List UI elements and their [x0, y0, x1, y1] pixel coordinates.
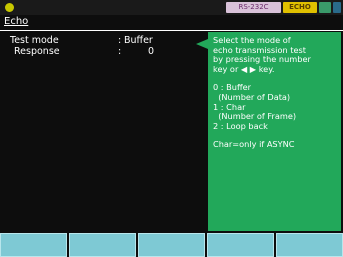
- link-status-icon: [319, 2, 331, 13]
- help-intro-line: key or ◀ ▶ key.: [213, 63, 275, 74]
- test-mode-value[interactable]: Buffer: [124, 35, 153, 46]
- softkey-5[interactable]: [276, 233, 343, 257]
- instrument-screen: RS-232C ECHO Echo Test mode : Buffer Res…: [0, 0, 343, 257]
- help-panel: Select the mode of echo transmission tes…: [208, 32, 341, 231]
- battery-icon: [333, 2, 341, 13]
- response-separator: :: [118, 46, 122, 57]
- help-option: 2 : Loop back: [213, 120, 268, 131]
- page-title: Echo: [4, 16, 29, 27]
- softkey-2[interactable]: [69, 233, 136, 257]
- status-bar: RS-232C ECHO: [0, 0, 343, 15]
- power-indicator-icon: [5, 3, 14, 12]
- softkey-4[interactable]: [207, 233, 274, 257]
- mode-status-badge: ECHO: [283, 2, 317, 13]
- help-note: Char=only if ASYNC: [213, 139, 295, 150]
- help-pointer-icon: [196, 39, 208, 49]
- softkey-1[interactable]: [0, 233, 67, 257]
- softkey-bar: [0, 233, 343, 257]
- test-mode-label: Test mode: [10, 35, 59, 46]
- title-divider: [0, 30, 343, 31]
- interface-status-badge: RS-232C: [226, 2, 281, 13]
- response-value[interactable]: 0: [148, 46, 154, 57]
- test-mode-separator: :: [118, 35, 122, 46]
- softkey-3[interactable]: [138, 233, 205, 257]
- response-label: Response: [14, 46, 60, 57]
